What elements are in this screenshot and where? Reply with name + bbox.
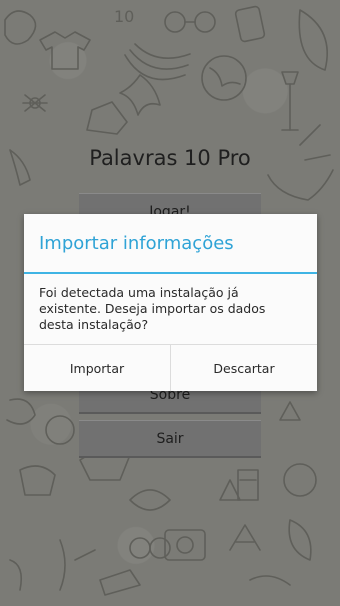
app-title: Palavras 10 Pro [89, 146, 251, 170]
dialog-title: Importar informações [24, 214, 317, 274]
corner-number: 10 [114, 7, 134, 26]
dialog-message: Foi detectada uma instalação já existent… [39, 285, 266, 332]
exit-button[interactable]: Sair [79, 420, 261, 458]
dialog-actions: Importar Descartar [24, 344, 317, 391]
import-button[interactable]: Importar [24, 345, 170, 391]
import-dialog: Importar informações Foi detectada uma i… [24, 214, 317, 391]
discard-button[interactable]: Descartar [170, 345, 317, 391]
